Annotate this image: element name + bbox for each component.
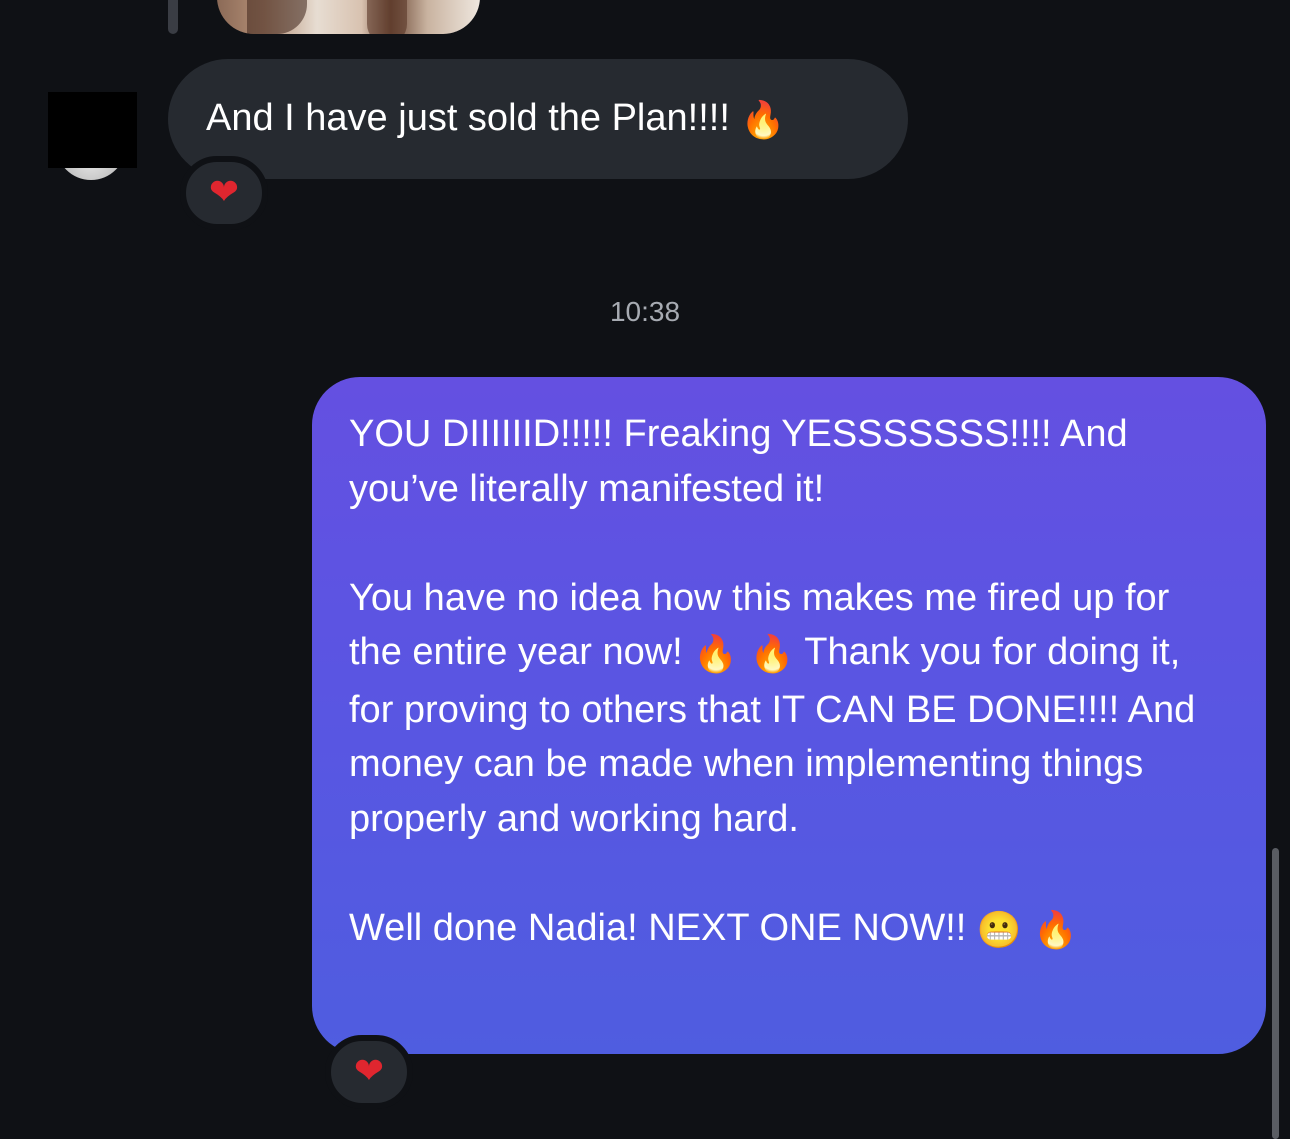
- fire-emoji-pair: 🔥 🔥: [693, 634, 795, 675]
- outgoing-paragraph-2: You have no idea how this makes me fired…: [349, 571, 1230, 847]
- paragraph-3-text: Well done Nadia! NEXT ONE NOW!!: [349, 906, 967, 949]
- photo-shadow: [367, 0, 407, 34]
- outgoing-paragraph-1: YOU DIIIIIID!!!!! Freaking YESSSSSSS!!!!…: [349, 413, 1128, 510]
- grimace-fire-emoji: 😬 🔥: [976, 909, 1079, 951]
- photo-shadow: [247, 0, 307, 34]
- incoming-heart-reaction[interactable]: ❤: [180, 156, 268, 230]
- message-text: And I have just sold the Plan!!!!: [206, 96, 730, 139]
- fire-emoji: 🔥: [740, 99, 786, 141]
- incoming-message-text: And I have just sold the Plan!!!! 🔥: [206, 96, 785, 143]
- redaction-box: [48, 92, 137, 168]
- heart-icon: ❤: [353, 1051, 385, 1092]
- outgoing-paragraph-3: Well done Nadia! NEXT ONE NOW!! 😬 🔥: [349, 901, 1230, 959]
- thread-line: [168, 0, 178, 34]
- outgoing-heart-reaction[interactable]: ❤: [325, 1035, 413, 1109]
- previous-photo-message[interactable]: [217, 0, 480, 34]
- heart-icon: ❤: [208, 172, 240, 213]
- incoming-message-bubble[interactable]: And I have just sold the Plan!!!! 🔥: [168, 59, 908, 179]
- outgoing-message-bubble[interactable]: YOU DIIIIIID!!!!! Freaking YESSSSSSS!!!!…: [312, 377, 1266, 1054]
- scrollbar[interactable]: [1272, 848, 1279, 1139]
- message-timestamp: 10:38: [609, 296, 681, 327]
